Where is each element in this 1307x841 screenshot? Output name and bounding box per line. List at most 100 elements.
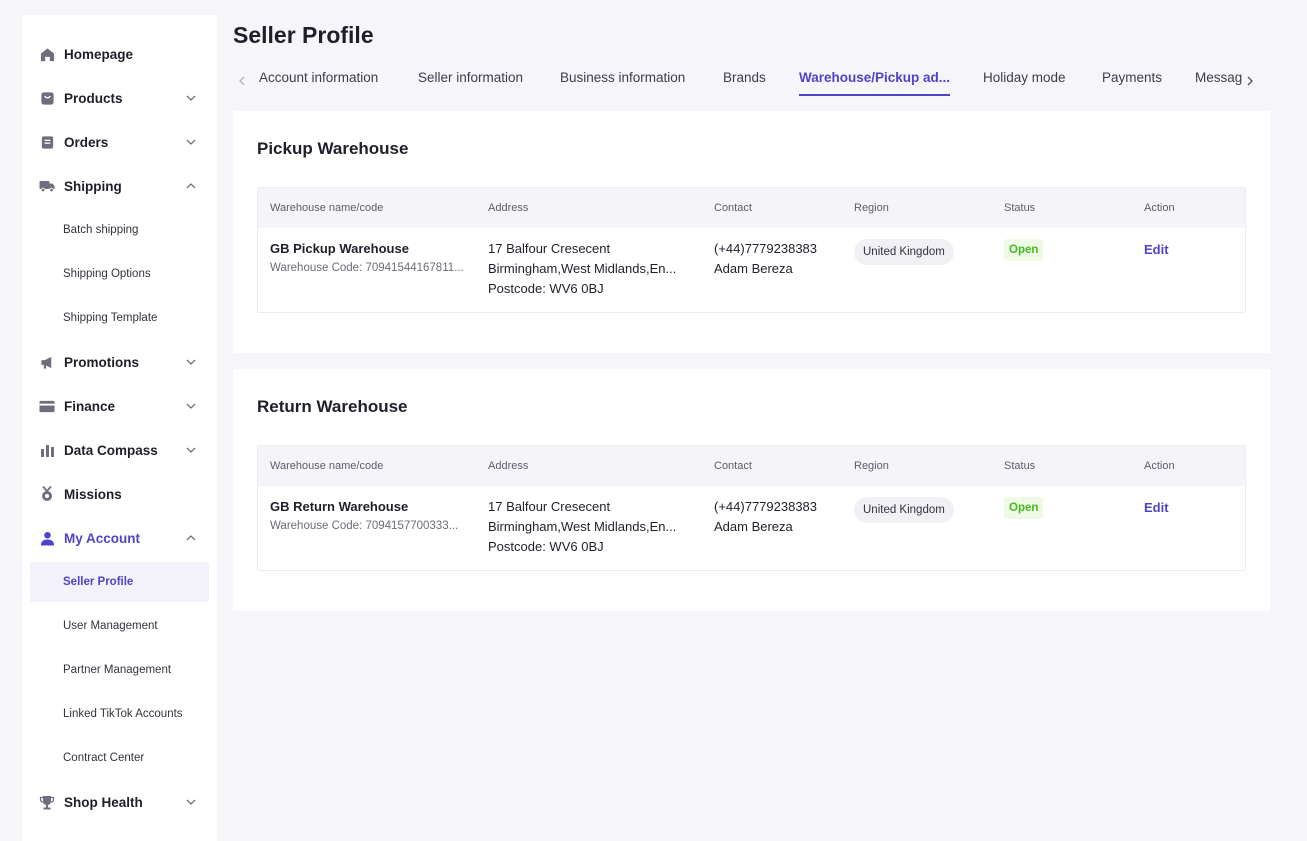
edit-link[interactable]: Edit bbox=[1144, 242, 1169, 257]
return-warehouse-title: Return Warehouse bbox=[257, 397, 408, 416]
tab-list: Account information Seller information B… bbox=[255, 64, 1245, 98]
address-line-2: Birmingham,West Midlands,En... bbox=[488, 261, 677, 276]
sidebar-item-promotions[interactable]: Promotions bbox=[30, 342, 209, 382]
sidebar-item-label: Shipping bbox=[64, 178, 122, 194]
column-header-action: Action bbox=[1144, 460, 1175, 472]
chevron-down-icon bbox=[185, 444, 197, 456]
sidebar-item-products[interactable]: Products bbox=[30, 78, 209, 118]
sidebar-item-label: Products bbox=[64, 90, 123, 106]
table-header: Warehouse name/code Address Contact Regi… bbox=[258, 188, 1245, 228]
table-header: Warehouse name/code Address Contact Regi… bbox=[258, 446, 1245, 486]
contact-phone: (+44)7779238383 bbox=[714, 499, 818, 514]
column-header-region: Region bbox=[854, 202, 889, 214]
sidebar-item-my-account[interactable]: My Account bbox=[30, 518, 209, 558]
sidebar-subitem-seller-profile[interactable]: Seller Profile bbox=[30, 562, 209, 602]
sidebar: Homepage Products Orders Shipping Batch … bbox=[22, 15, 217, 841]
pickup-warehouse-card: Pickup Warehouse Warehouse name/code Add… bbox=[233, 111, 1270, 353]
column-header-status: Status bbox=[1004, 460, 1036, 472]
warehouse-code: Warehouse Code: 70941544167811... bbox=[270, 262, 464, 274]
truck-icon bbox=[39, 178, 55, 194]
sidebar-item-label: Missions bbox=[64, 486, 122, 502]
pickup-warehouse-title: Pickup Warehouse bbox=[257, 139, 409, 158]
sidebar-item-orders[interactable]: Orders bbox=[30, 122, 209, 162]
column-header-contact: Contact bbox=[714, 460, 752, 472]
column-header-contact: Contact bbox=[714, 202, 752, 214]
sidebar-item-finance[interactable]: Finance bbox=[30, 386, 209, 426]
address-postcode: Postcode: WV6 0BJ bbox=[488, 539, 604, 554]
sidebar-item-missions[interactable]: Missions bbox=[30, 474, 209, 514]
sidebar-subitem-shipping-options[interactable]: Shipping Options bbox=[30, 254, 209, 294]
sidebar-item-label: Promotions bbox=[64, 354, 140, 370]
sidebar-subitem-contract-center[interactable]: Contract Center bbox=[30, 738, 209, 778]
return-warehouse-table: Warehouse name/code Address Contact Regi… bbox=[257, 445, 1246, 571]
region-badge: United Kingdom bbox=[854, 497, 954, 523]
medal-icon bbox=[39, 486, 55, 502]
sidebar-subitem-batch-shipping[interactable]: Batch shipping bbox=[30, 210, 209, 250]
sidebar-item-label: My Account bbox=[64, 530, 141, 546]
tab-brands[interactable]: Brands bbox=[723, 70, 766, 96]
contact-name: Adam Bereza bbox=[714, 519, 793, 534]
chevron-down-icon bbox=[185, 796, 197, 808]
sidebar-item-label: Orders bbox=[64, 134, 109, 150]
chevron-down-icon bbox=[185, 92, 197, 104]
sidebar-item-homepage[interactable]: Homepage bbox=[30, 34, 209, 74]
pickup-warehouse-table: Warehouse name/code Address Contact Regi… bbox=[257, 187, 1246, 313]
address-line-1: 17 Balfour Cresecent bbox=[488, 241, 611, 256]
card-icon bbox=[39, 398, 55, 414]
sidebar-item-data-compass[interactable]: Data Compass bbox=[30, 430, 209, 470]
tab-messages[interactable]: Messag bbox=[1195, 70, 1242, 96]
chart-icon bbox=[39, 442, 55, 458]
sidebar-item-label: Homepage bbox=[64, 46, 134, 62]
contact-name: Adam Bereza bbox=[714, 261, 793, 276]
sidebar-item-shipping[interactable]: Shipping bbox=[30, 166, 209, 206]
contact-phone: (+44)7779238383 bbox=[714, 241, 818, 256]
region-badge: United Kingdom bbox=[854, 239, 954, 265]
sidebar-item-label: Finance bbox=[64, 398, 116, 414]
warehouse-name: GB Pickup Warehouse bbox=[270, 241, 409, 256]
page-title: Seller Profile bbox=[233, 22, 374, 48]
sidebar-item-label: Shop Health bbox=[64, 794, 143, 810]
column-header-status: Status bbox=[1004, 202, 1036, 214]
column-header-address: Address bbox=[488, 202, 529, 214]
tab-seller-information[interactable]: Seller information bbox=[418, 70, 523, 96]
edit-link[interactable]: Edit bbox=[1144, 500, 1169, 515]
trophy-icon bbox=[39, 794, 55, 810]
box-icon bbox=[39, 90, 55, 106]
tab-account-information[interactable]: Account information bbox=[259, 70, 378, 96]
chevron-down-icon bbox=[185, 356, 197, 368]
chevron-up-icon bbox=[185, 532, 197, 544]
sidebar-subitem-partner-management[interactable]: Partner Management bbox=[30, 650, 209, 690]
chevron-left-icon[interactable] bbox=[233, 72, 251, 90]
column-header-action: Action bbox=[1144, 202, 1175, 214]
tab-business-information[interactable]: Business information bbox=[560, 70, 685, 96]
return-warehouse-card: Return Warehouse Warehouse name/code Add… bbox=[233, 369, 1270, 611]
chevron-down-icon bbox=[185, 136, 197, 148]
warehouse-name: GB Return Warehouse bbox=[270, 499, 409, 514]
sidebar-subitem-shipping-template[interactable]: Shipping Template bbox=[30, 298, 209, 338]
column-header-name: Warehouse name/code bbox=[270, 460, 384, 472]
address-line-2: Birmingham,West Midlands,En... bbox=[488, 519, 677, 534]
tab-payments[interactable]: Payments bbox=[1102, 70, 1162, 96]
tab-warehouse-pickup[interactable]: Warehouse/Pickup ad... bbox=[799, 70, 951, 96]
status-badge: Open bbox=[1004, 497, 1044, 519]
document-icon bbox=[39, 134, 55, 150]
chevron-right-icon[interactable] bbox=[1241, 72, 1259, 90]
column-header-address: Address bbox=[488, 460, 529, 472]
user-icon bbox=[39, 530, 55, 546]
tab-holiday-mode[interactable]: Holiday mode bbox=[983, 70, 1066, 96]
tab-bar: Account information Seller information B… bbox=[233, 64, 1270, 98]
warehouse-code: Warehouse Code: 7094157700333... bbox=[270, 520, 459, 532]
address-postcode: Postcode: WV6 0BJ bbox=[488, 281, 604, 296]
sidebar-subitem-user-management[interactable]: User Management bbox=[30, 606, 209, 646]
sidebar-item-shop-health[interactable]: Shop Health bbox=[30, 782, 209, 822]
chevron-up-icon bbox=[185, 180, 197, 192]
status-badge: Open bbox=[1004, 239, 1044, 261]
column-header-name: Warehouse name/code bbox=[270, 202, 384, 214]
address-line-1: 17 Balfour Cresecent bbox=[488, 499, 611, 514]
home-icon bbox=[39, 46, 55, 62]
sidebar-subitem-linked-tiktok-accounts[interactable]: Linked TikTok Accounts bbox=[30, 694, 209, 734]
sidebar-item-label: Data Compass bbox=[64, 442, 158, 458]
chevron-down-icon bbox=[185, 400, 197, 412]
column-header-region: Region bbox=[854, 460, 889, 472]
megaphone-icon bbox=[39, 354, 55, 370]
